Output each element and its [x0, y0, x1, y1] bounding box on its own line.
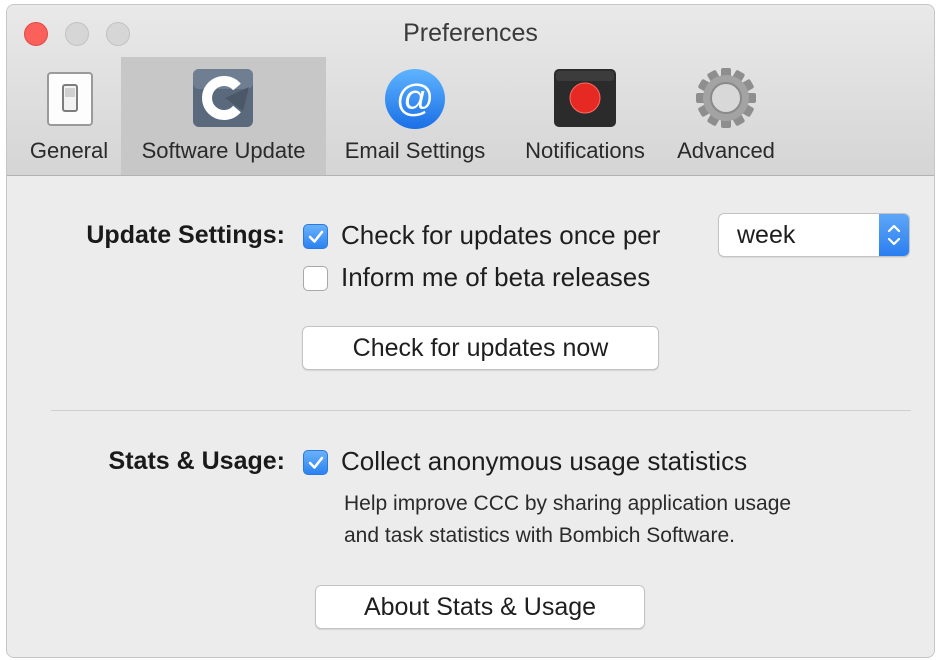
tab-advanced-label: Advanced: [677, 138, 775, 163]
window-title: Preferences: [403, 19, 538, 47]
update-frequency-popup[interactable]: week: [718, 213, 910, 257]
tab-email-settings-label: Email Settings: [344, 138, 486, 163]
stats-help-text: Help improve CCC by sharing application …: [344, 488, 904, 552]
stats-help-line-1: Help improve CCC by sharing application …: [344, 492, 792, 515]
update-frequency-value: week: [737, 221, 796, 249]
record-icon: [552, 65, 618, 131]
tab-notifications-label: Notifications: [525, 138, 645, 163]
update-settings-label: Update Settings:: [86, 221, 285, 249]
at-sign-icon: @: [382, 65, 448, 131]
check-updates-checkbox[interactable]: [303, 224, 328, 249]
toolbar: Preferences General Software Update @ Em…: [7, 5, 934, 176]
tab-general[interactable]: General: [17, 57, 121, 175]
collect-stats-checkbox[interactable]: [303, 450, 328, 475]
beta-releases-checkbox[interactable]: [303, 266, 328, 291]
tab-software-update[interactable]: Software Update: [121, 57, 326, 175]
tab-advanced[interactable]: Advanced: [665, 57, 787, 175]
tab-email-settings[interactable]: @ Email Settings: [333, 57, 497, 175]
switch-icon: [36, 65, 102, 131]
popup-arrows-icon: [879, 214, 909, 256]
tab-general-label: General: [29, 138, 109, 163]
tab-notifications[interactable]: Notifications: [509, 57, 661, 175]
checkmark-icon: [308, 230, 324, 243]
stats-usage-label: Stats & Usage:: [108, 447, 285, 475]
stats-help-line-2: and task statistics with Bombich Softwar…: [344, 524, 735, 547]
beta-releases-label[interactable]: Inform me of beta releases: [341, 262, 650, 293]
collect-stats-label[interactable]: Collect anonymous usage statistics: [341, 446, 747, 477]
preferences-window: Preferences General Software Update @ Em…: [6, 4, 935, 658]
software-update-pane: Update Settings: Check for updates once …: [7, 176, 934, 657]
tab-software-update-label: Software Update: [141, 138, 306, 163]
separator: [51, 410, 911, 411]
check-updates-label[interactable]: Check for updates once per: [341, 220, 660, 251]
ccc-logo-icon: [191, 65, 257, 131]
about-stats-usage-button[interactable]: About Stats & Usage: [315, 585, 645, 629]
checkmark-icon: [308, 456, 324, 469]
check-updates-now-button[interactable]: Check for updates now: [302, 326, 659, 370]
svg-text:@: @: [396, 78, 435, 120]
gear-icon: [693, 65, 759, 131]
